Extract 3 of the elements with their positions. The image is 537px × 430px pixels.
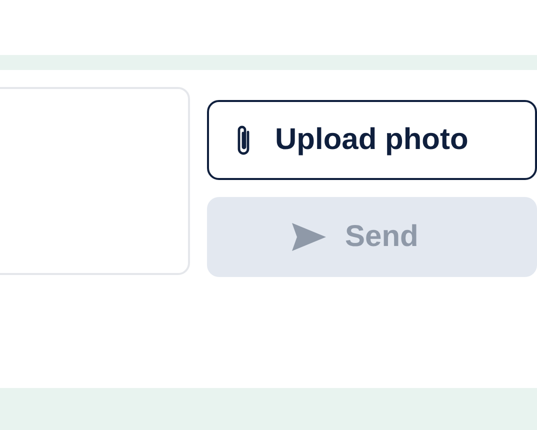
- message-field[interactable]: [0, 87, 190, 275]
- upload-photo-button[interactable]: Upload photo: [207, 100, 537, 180]
- send-icon: [291, 222, 327, 252]
